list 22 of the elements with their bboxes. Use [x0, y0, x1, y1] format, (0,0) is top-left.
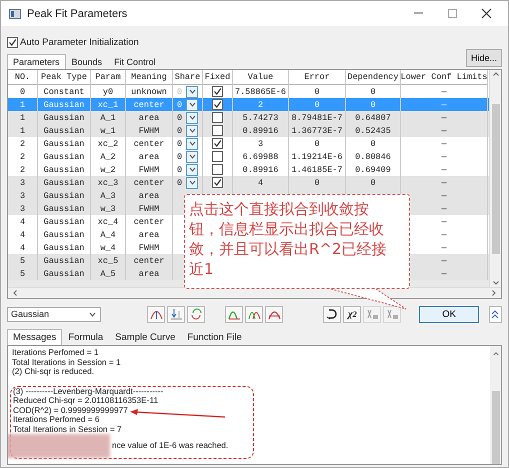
share-value: 0: [176, 100, 182, 110]
message-line: Iterations Perfomed = 1: [12, 348, 98, 358]
message-line: Reduced Chi-sqr = 2.01108116353E-11: [13, 396, 158, 406]
window-title: Peak Fit Parameters: [27, 8, 128, 20]
message-line: Total Iterations in Session = 1: [12, 358, 121, 367]
share-value: 0: [176, 126, 182, 136]
share-value: 0: [176, 112, 182, 122]
share-value: 0: [176, 138, 182, 148]
table-cell: 5: [8, 267, 38, 280]
share-value: 0: [176, 164, 182, 174]
share-value: 0: [176, 152, 182, 162]
message-line: COD(R^2) = 0.9999999999977: [13, 406, 128, 415]
table-cell: Gaussian: [38, 267, 91, 280]
message-line: Total Iterations in Session = 7: [13, 424, 122, 434]
table-cell: area: [126, 267, 173, 280]
share-value: 0: [176, 86, 182, 96]
message-line: (3) ----------Levenberg-Marquardt-----------: [13, 386, 164, 396]
message-line: (2) Chi-sqr is reduced.: [12, 367, 94, 376]
message-line: Iterations Perfomed = 6: [13, 415, 100, 424]
table-cell: A_5: [91, 267, 126, 280]
message-line: nce value of 1E-6 was reached.: [112, 441, 228, 451]
share-value: 0: [176, 178, 182, 188]
